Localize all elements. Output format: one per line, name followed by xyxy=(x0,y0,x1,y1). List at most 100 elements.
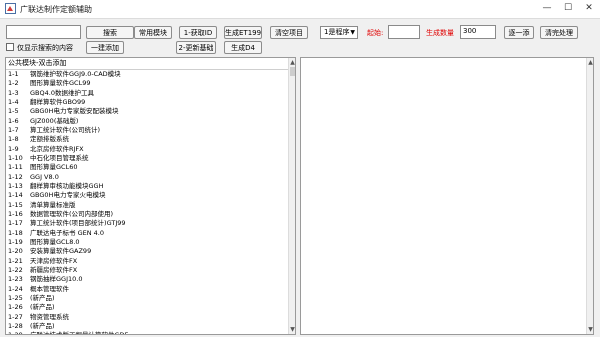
list-item-name: 图形算量软件GCL99 xyxy=(30,79,91,88)
list-item-number: 1-10 xyxy=(8,153,23,162)
list-item[interactable]: 1-15 清单算量标准版 xyxy=(6,201,292,210)
search-input[interactable] xyxy=(6,25,81,39)
list-item-number: 1-25 xyxy=(8,293,23,302)
list-item[interactable]: 1-17 算工统计软件(项目部统计)GTJ99 xyxy=(6,219,292,228)
start-label: 起始: xyxy=(367,29,384,37)
window-title: 广联达制作定额辅助 xyxy=(20,5,92,14)
list-item[interactable]: 1-5 GBG0H电力专家版安配装模块 xyxy=(6,107,292,116)
list-item[interactable]: 1-2 图形算量软件GCL99 xyxy=(6,79,292,88)
list-item-number: 1-14 xyxy=(8,191,23,200)
list-item-name: (新产品) xyxy=(30,293,55,302)
list-item[interactable]: 1-1 钢筋维护软件GGJ9.0-CAD模块 xyxy=(6,70,292,79)
list-item-name: 广联达电子标书 GEN 4.0 xyxy=(30,228,104,237)
one-by-one-button[interactable]: 逐一添 xyxy=(504,26,534,39)
list-item[interactable]: 1-23 钢筋抽样GGJ10.0 xyxy=(6,275,292,284)
list-item-name: (新产品) xyxy=(30,303,55,312)
list-item-number: 1-24 xyxy=(8,284,23,293)
list-item[interactable]: 1-19 图形算量GCL8.0 xyxy=(6,238,292,247)
list-item-number: 1-3 xyxy=(8,88,19,97)
list-item[interactable]: 1-12 GGJ V8.0 xyxy=(6,173,292,182)
list-item-name: 天津房修软件FX xyxy=(30,256,78,265)
output-text-area[interactable]: ▲ ▼ xyxy=(300,57,594,335)
list-item-number: 1-9 xyxy=(8,144,19,153)
list-scrollbar[interactable]: ▲ ▼ xyxy=(288,58,295,334)
get-id-button[interactable]: 1-获取ID xyxy=(179,26,217,39)
list-item-number: 1-19 xyxy=(8,237,23,246)
minimize-button[interactable]: — xyxy=(538,0,556,17)
list-item[interactable]: 1-4 翻样算软件GBO99 xyxy=(6,98,292,107)
list-item-name: 物资管理系统 xyxy=(30,312,69,321)
list-item[interactable]: 1-24 概本管理软件 xyxy=(6,285,292,294)
output-scrollbar[interactable]: ▲ ▼ xyxy=(586,58,593,334)
list-item-name: 算工统计软件(公司统计) xyxy=(30,125,101,134)
scroll-up-icon[interactable]: ▲ xyxy=(289,59,295,66)
list-item-name: 定额排版系统 xyxy=(30,135,69,144)
list-item-number: 1-13 xyxy=(8,181,23,190)
list-item[interactable]: 1-16 数据管理软件(公司内部使用) xyxy=(6,210,292,219)
search-button[interactable]: 搜索 xyxy=(86,26,134,39)
list-item[interactable]: 1-14 GBG0H电力专家火电模块 xyxy=(6,191,292,200)
list-item[interactable]: 1-18 广联达电子标书 GEN 4.0 xyxy=(6,229,292,238)
start-input[interactable] xyxy=(388,25,420,39)
common-modules-button[interactable]: 常用模块 xyxy=(134,26,172,39)
list-item[interactable]: 1-27 物资管理系统 xyxy=(6,313,292,322)
list-item-name: GGJ V8.0 xyxy=(30,172,59,181)
module-list[interactable]: 1-1 钢筋维护软件GGJ9.0-CAD模块 1-2 图形算量软件GCL99 1-3 GB… xyxy=(6,70,292,334)
generate-d4-button[interactable]: 生成D4 xyxy=(224,41,262,54)
list-item-name: GBG0H电力专家版安配装模块 xyxy=(30,107,119,116)
maximize-button[interactable]: ☐ xyxy=(559,0,577,17)
list-item-number: 1-6 xyxy=(8,116,19,125)
generate-count-input[interactable]: 300 xyxy=(460,25,496,39)
list-item[interactable]: 1-21 天津房修软件FX xyxy=(6,257,292,266)
list-item[interactable]: 1-10 中石化项目管理系统 xyxy=(6,154,292,163)
list-item[interactable]: 1-25 (新产品) xyxy=(6,294,292,303)
list-item-name: 安装算量软件GAZ99 xyxy=(30,247,92,256)
list-item[interactable]: 1-8 定额排版系统 xyxy=(6,135,292,144)
one-key-add-button[interactable]: 一建添加 xyxy=(86,41,124,54)
list-item-name: 中石化项目管理系统 xyxy=(30,153,89,162)
list-item[interactable]: 1-9 北京房修软件RJFX xyxy=(6,145,292,154)
list-item[interactable]: 1-22 新疆房修软件FX xyxy=(6,266,292,275)
list-item-name: 钢筋抽样GGJ10.0 xyxy=(30,275,83,284)
list-item-name: 北京房修软件RJFX xyxy=(30,144,84,153)
list-item[interactable]: 1-29广联达技术版工程量计算软件GDF xyxy=(6,331,292,334)
only-show-search-label: 仅显示搜索的内容 xyxy=(17,44,73,52)
scroll-down-icon[interactable]: ▼ xyxy=(587,326,593,333)
list-item-number: 1-2 xyxy=(8,79,19,88)
scroll-up-icon[interactable]: ▲ xyxy=(587,59,593,66)
list-item[interactable]: 1-3 GBQ4.0数据维护工具 xyxy=(6,89,292,98)
list-item-number: 1-12 xyxy=(8,172,23,181)
clear-done-button[interactable]: 清完处理 xyxy=(540,26,578,39)
list-item-number: 1-23 xyxy=(8,275,23,284)
list-item[interactable]: 1-28 (新产品) xyxy=(6,322,292,331)
list-item-name: 数据管理软件(公司内部使用) xyxy=(30,209,114,218)
only-show-search-checkbox[interactable] xyxy=(6,43,14,51)
list-item-number: 1-11 xyxy=(8,163,23,172)
list-item[interactable]: 1-13 翻样算审核功能模块GGH xyxy=(6,182,292,191)
clear-items-button[interactable]: 清空项目 xyxy=(270,26,308,39)
generate-et199-button[interactable]: 生成ET199 xyxy=(224,26,262,39)
list-item-number: 1-8 xyxy=(8,135,19,144)
list-item-number: 1-29 xyxy=(6,331,30,334)
list-item-name: 概本管理软件 xyxy=(30,284,69,293)
list-item[interactable]: 1-26 (新产品) xyxy=(6,303,292,312)
list-item-name: GBQ4.0数据维护工具 xyxy=(30,88,94,97)
list-item-number: 1-1 xyxy=(8,70,19,78)
program-select-value: 1是程序 xyxy=(324,28,350,36)
list-item[interactable]: 1-20 安装算量软件GAZ99 xyxy=(6,247,292,256)
close-button[interactable]: ✕ xyxy=(580,0,598,17)
scroll-down-icon[interactable]: ▼ xyxy=(289,326,295,333)
list-item-number: 1-21 xyxy=(8,256,23,265)
list-item[interactable]: 1-7 算工统计软件(公司统计) xyxy=(6,126,292,135)
update-base-button[interactable]: 2-更新基础 xyxy=(176,41,216,54)
module-list-panel[interactable]: 公共模块-双击添加 1-1 钢筋维护软件GGJ9.0-CAD模块 1-2 图形算量软件… xyxy=(5,57,296,335)
list-item-name: 广联达技术版工程量计算软件GDF xyxy=(30,331,128,334)
list-item-name: (新产品) xyxy=(30,321,55,330)
scroll-thumb[interactable] xyxy=(290,67,295,76)
list-item-name: 翻样算审核功能模块GGH xyxy=(30,181,104,190)
list-item-number: 1-20 xyxy=(8,247,23,256)
list-item[interactable]: 1-6 GJZ000(基础版) xyxy=(6,117,292,126)
list-item[interactable]: 1-11 图形算量GCL60 xyxy=(6,163,292,172)
list-item-name: 清单算量标准版 xyxy=(30,200,76,209)
program-select[interactable]: 1是程序 ▼ xyxy=(320,26,358,39)
